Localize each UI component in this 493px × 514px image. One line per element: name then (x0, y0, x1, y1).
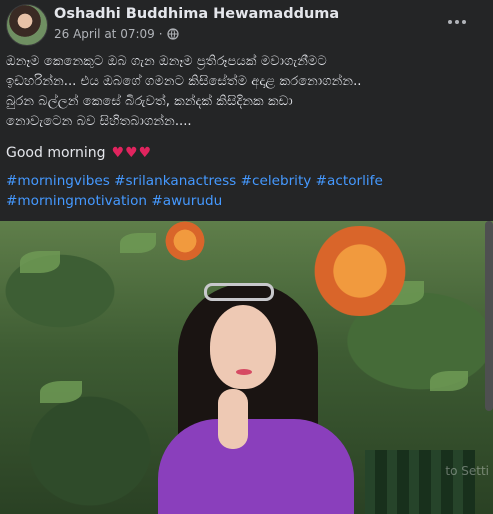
orange-flowers (160, 221, 210, 261)
hashtags: #morningvibes #srilankanactress #celebri… (6, 171, 486, 211)
scrollbar[interactable] (485, 221, 493, 411)
more-dot (448, 20, 452, 24)
photo-watermark: to Setti (445, 464, 489, 478)
post-timestamp[interactable]: 26 April at 07:09 (54, 27, 155, 41)
more-options-button[interactable] (443, 10, 471, 34)
greeting-text: Good morning (6, 145, 106, 161)
hashtag-link[interactable]: #celebrity (241, 173, 312, 189)
author-name[interactable]: Oshadhi Buddhima Hewamadduma (54, 6, 339, 22)
more-dot (462, 20, 466, 24)
post-text-line: ඔනෑම කෙනෙකුට ඔබ ගැන ඔනෑම ප්‍රතිරූපයක් මව… (6, 54, 327, 69)
person-face (210, 305, 276, 389)
sunglasses (204, 283, 274, 301)
more-dot (455, 20, 459, 24)
greeting-line: Good morning ♥♥♥ (6, 145, 152, 161)
post-photo[interactable]: to Setti (0, 221, 493, 514)
globe-icon (167, 28, 179, 40)
hashtag-link[interactable]: #awurudu (151, 193, 222, 209)
post-text-line: බුරන බල්ලන් කෙසේ බිරුවත්, කන්දක් කිසිදින… (6, 94, 293, 109)
hashtag-link[interactable]: #actorlife (316, 173, 383, 189)
purple-dress (158, 419, 354, 514)
hashtag-link[interactable]: #morningvibes (6, 173, 110, 189)
facebook-post: Oshadhi Buddhima Hewamadduma 26 April at… (0, 0, 493, 514)
hashtag-link[interactable]: #morningmotivation (6, 193, 147, 209)
meta-separator: · (158, 27, 163, 41)
hearts-emoji: ♥♥♥ (111, 145, 153, 161)
post-text-line: ඉඩහරින්න... එය ඔබගේ ගමනට කිසිසේත්ම අදාළ … (6, 74, 362, 89)
leaf-decoration (430, 371, 468, 391)
person-hand (218, 389, 248, 449)
green-fence (365, 450, 475, 514)
post-text: ඔනෑම කෙනෙකුට ඔබ ගැන ඔනෑම ප්‍රතිරූපයක් මව… (6, 52, 482, 132)
author-avatar[interactable] (6, 4, 48, 46)
leaf-decoration (120, 233, 156, 253)
hashtag-link[interactable]: #srilankanactress (114, 173, 236, 189)
post-text-line: නොවැටෙන බව සිහිතබාගන්න.... (6, 114, 192, 129)
person-lips (236, 369, 252, 375)
post-meta: 26 April at 07:09 · (54, 27, 179, 41)
leaf-decoration (20, 251, 60, 273)
leaf-decoration (40, 381, 82, 403)
orange-flowers (300, 226, 420, 316)
